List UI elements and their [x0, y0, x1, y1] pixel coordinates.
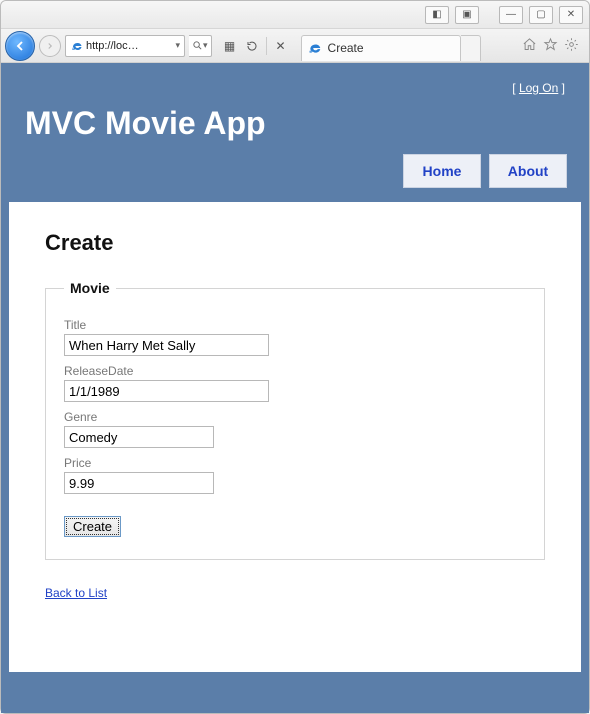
window-close-button[interactable]: ✕ [559, 6, 583, 24]
compat-view-icon[interactable]: ▦ [220, 36, 240, 56]
site-header: [ Log On ] MVC Movie App Home About [9, 71, 581, 194]
address-bar[interactable]: http://loc… ▾ [65, 35, 185, 57]
nav-tab-about[interactable]: About [489, 154, 567, 188]
create-button[interactable]: Create [64, 516, 121, 537]
input-genre[interactable] [64, 426, 214, 448]
address-text: http://loc… [84, 40, 173, 52]
ie-page-favicon-icon [308, 41, 322, 55]
window-split-left-icon[interactable]: ◧ [425, 6, 449, 24]
window-split-right-icon[interactable]: ▣ [455, 6, 479, 24]
browser-navbar: http://loc… ▾ ▾ ▦ ✕ Create [1, 29, 589, 63]
logon-bracket-open: [ [512, 81, 519, 95]
page-title: Create [45, 230, 545, 256]
input-release-date[interactable] [64, 380, 269, 402]
fieldset-legend: Movie [64, 280, 116, 296]
logon-bracket-close: ] [562, 81, 565, 95]
movie-fieldset: Movie Title ReleaseDate Genre Pr [45, 280, 545, 560]
label-release-date: ReleaseDate [64, 364, 526, 378]
refresh-button[interactable] [242, 36, 262, 56]
new-tab-button[interactable] [461, 35, 481, 61]
favorites-icon[interactable] [543, 37, 558, 55]
label-title: Title [64, 318, 526, 332]
browser-tab[interactable]: Create [301, 35, 461, 61]
label-genre: Genre [64, 410, 526, 424]
arrow-right-icon [45, 41, 55, 51]
logon-area: [ Log On ] [19, 77, 571, 105]
stop-button[interactable]: ✕ [271, 36, 291, 56]
nav-separator [266, 37, 267, 55]
main-nav: Home About [19, 154, 571, 188]
home-icon[interactable] [522, 37, 537, 55]
ie-favicon-icon [70, 39, 84, 53]
arrow-left-icon [12, 38, 28, 54]
nav-back-button[interactable] [5, 31, 35, 61]
tools-icon[interactable] [564, 37, 579, 55]
nav-tab-home[interactable]: Home [403, 154, 481, 188]
tab-strip: Create [301, 35, 512, 61]
window-maximize-button[interactable]: ▢ [529, 6, 553, 24]
search-icon [192, 40, 203, 51]
site-wrapper: [ Log On ] MVC Movie App Home About Crea… [1, 63, 589, 713]
address-dropdown-icon[interactable]: ▾ [173, 40, 182, 51]
label-price: Price [64, 456, 526, 470]
nav-forward-button [39, 35, 61, 57]
search-provider-dropdown-icon[interactable]: ▾ [189, 35, 212, 57]
tab-title: Create [328, 41, 364, 55]
input-price[interactable] [64, 472, 214, 494]
back-to-list-link[interactable]: Back to List [45, 586, 107, 600]
input-title[interactable] [64, 334, 269, 356]
site-brand: MVC Movie App [19, 105, 571, 154]
window-titlebar: ◧ ▣ ― ▢ ✕ [1, 1, 589, 29]
page-viewport: [ Log On ] MVC Movie App Home About Crea… [1, 63, 589, 713]
content-area: Create Movie Title ReleaseDate Genre [9, 202, 581, 672]
browser-window: ◧ ▣ ― ▢ ✕ http://loc… ▾ ▾ ▦ [0, 0, 590, 714]
window-minimize-button[interactable]: ― [499, 6, 523, 24]
refresh-icon [246, 40, 258, 52]
logon-link[interactable]: Log On [519, 81, 558, 95]
